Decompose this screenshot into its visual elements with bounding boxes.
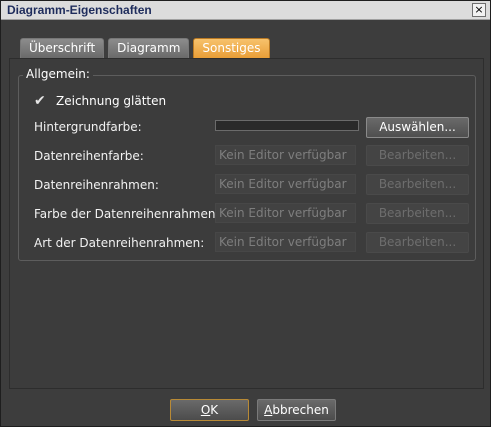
choose-color-button[interactable]: Auswählen... — [366, 117, 469, 138]
background-color-swatch[interactable] — [215, 120, 359, 131]
series-border-type-edit-button[interactable]: Bearbeiten... — [366, 232, 469, 253]
checkmark-icon: ✔ — [34, 93, 46, 109]
series-color-label: Datenreihenfarbe: — [34, 149, 144, 163]
cancel-button[interactable]: Abbrechen — [257, 399, 336, 421]
group-title: Allgemein: — [23, 67, 93, 81]
series-border-color-label: Farbe der Datenreihenrahmen: — [34, 207, 220, 221]
checkbox-label: Zeichnung glätten — [56, 94, 167, 108]
ok-button[interactable]: OK — [170, 399, 249, 421]
series-border-edit-button[interactable]: Bearbeiten... — [366, 174, 469, 195]
close-icon: × — [474, 3, 484, 16]
window-title: Diagramm-Eigenschaften — [7, 3, 152, 17]
tab-strip: Überschrift Diagramm Sonstiges — [20, 38, 270, 58]
series-border-editor: Kein Editor verfügbar — [215, 174, 356, 194]
series-border-label: Datenreihenrahmen: — [34, 178, 159, 192]
series-border-type-label: Art der Datenreihenrahmen: — [34, 236, 205, 250]
series-color-editor: Kein Editor verfügbar — [215, 145, 356, 165]
ok-label-rest: K — [210, 403, 219, 417]
series-border-color-editor: Kein Editor verfügbar — [215, 203, 356, 223]
close-button[interactable]: × — [472, 3, 486, 17]
dialog-window: Diagramm-Eigenschaften × Überschrift Dia… — [0, 0, 491, 427]
title-bar[interactable]: Diagramm-Eigenschaften × — [1, 1, 490, 20]
series-border-color-edit-button[interactable]: Bearbeiten... — [366, 203, 469, 224]
smooth-drawing-checkbox[interactable]: ✔ Zeichnung glätten — [34, 93, 166, 109]
series-border-type-editor: Kein Editor verfügbar — [215, 232, 356, 252]
tab-sonstiges[interactable]: Sonstiges — [193, 38, 270, 58]
series-color-edit-button[interactable]: Bearbeiten... — [366, 145, 469, 166]
cancel-label-rest: bbrechen — [272, 403, 329, 417]
tab-ueberschrift[interactable]: Überschrift — [20, 38, 105, 58]
ok-mnemonic: O — [200, 403, 211, 417]
background-color-label: Hintergrundfarbe: — [34, 120, 142, 134]
tab-diagramm[interactable]: Diagramm — [108, 38, 190, 58]
